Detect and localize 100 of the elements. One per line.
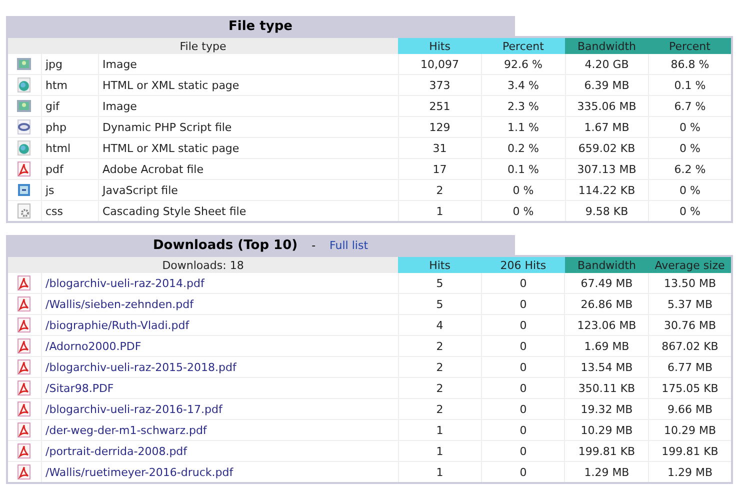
- table-cell: 1: [398, 420, 482, 440]
- table-cell: 26.86 MB: [564, 294, 648, 314]
- table-cell: 2: [398, 356, 482, 378]
- column-header: Average size: [648, 256, 732, 273]
- table-cell: 0: [482, 314, 565, 336]
- pdf-file-icon: [16, 443, 32, 459]
- column-header: Bandwidth: [565, 37, 648, 54]
- table-cell: js: [41, 180, 98, 200]
- file-link[interactable]: /blogarchiv-ueli-raz-2016-17.pdf: [41, 398, 398, 420]
- table-cell: 867.02 KB: [648, 336, 732, 356]
- table-cell: 1: [398, 200, 482, 222]
- table-cell: 17: [398, 158, 482, 180]
- full-list-link[interactable]: Full list: [330, 238, 368, 252]
- table-cell: 335.06 MB: [565, 96, 648, 116]
- table-cell: html: [41, 138, 98, 158]
- table-cell: 2: [398, 180, 482, 200]
- table-cell: pdf: [41, 158, 98, 180]
- table-cell: Adobe Acrobat file: [98, 158, 398, 180]
- pdf-file-icon: [16, 359, 32, 375]
- table-cell: 0 %: [648, 138, 732, 158]
- section-title: Downloads (Top 10): [152, 238, 298, 252]
- table-cell: 659.02 KB: [565, 138, 648, 158]
- table-cell: gif: [41, 96, 98, 116]
- pdf-file-icon: [16, 464, 32, 480]
- table-cell: 0.1 %: [482, 158, 565, 180]
- file-link[interactable]: /Wallis/ruetimeyer-2016-druck.pdf: [41, 462, 398, 483]
- table-cell: 114.22 KB: [565, 180, 648, 200]
- section-title: File type: [228, 18, 292, 34]
- table-cell: 10.29 MB: [564, 420, 648, 440]
- table-cell: JavaScript file: [98, 180, 398, 200]
- pdf-file-icon: [16, 275, 32, 291]
- table-cell: 13.50 MB: [648, 273, 732, 294]
- table-cell: 30.76 MB: [648, 314, 732, 336]
- image-file-icon: [16, 98, 32, 114]
- table-cell: 5.37 MB: [648, 294, 732, 314]
- table-cell: 0: [482, 273, 565, 294]
- column-header: Hits: [398, 256, 482, 273]
- table-cell: 175.05 KB: [648, 378, 732, 398]
- table-cell: 0: [482, 294, 565, 314]
- column-header: Percent: [648, 37, 732, 54]
- pdf-file-icon: [16, 296, 32, 312]
- table-cell: 0 %: [648, 200, 732, 222]
- table-cell: 10.29 MB: [648, 420, 732, 440]
- table-cell: 4: [398, 314, 482, 336]
- table-cell: 1.69 MB: [564, 336, 648, 356]
- file-link[interactable]: /blogarchiv-ueli-raz-2014.pdf: [41, 273, 398, 294]
- image-file-icon: [16, 56, 32, 72]
- table-cell: 0: [482, 462, 565, 483]
- table-cell: 0 %: [648, 180, 732, 200]
- globe-icon: [16, 77, 32, 93]
- table-cell: 2: [398, 398, 482, 420]
- file-link[interactable]: /portrait-derrida-2008.pdf: [41, 440, 398, 462]
- pdf-file-icon: [16, 317, 32, 333]
- column-header: Hits: [398, 37, 482, 54]
- table-cell: 2: [398, 378, 482, 398]
- table-cell: 0 %: [482, 200, 565, 222]
- pdf-file-icon: [16, 422, 32, 438]
- table-cell: Dynamic PHP Script file: [98, 116, 398, 138]
- table-cell: HTML or XML static page: [98, 138, 398, 158]
- table-cell: 0: [482, 378, 565, 398]
- table-cell: css: [41, 200, 98, 222]
- file-link[interactable]: /Sitar98.PDF: [41, 378, 398, 398]
- column-header: Bandwidth: [564, 256, 648, 273]
- table-cell: 2: [398, 336, 482, 356]
- file-link[interactable]: /Adorno2000.PDF: [41, 336, 398, 356]
- table-cell: 6.39 MB: [565, 74, 648, 96]
- table-cell: 31: [398, 138, 482, 158]
- gear-file-icon: [16, 203, 32, 219]
- script-file-icon: [16, 182, 32, 198]
- table-cell: 3.4 %: [482, 74, 565, 96]
- table-cell: 2.3 %: [482, 96, 565, 116]
- table-cell: 129: [398, 116, 482, 138]
- table-cell: 86.8 %: [648, 54, 732, 74]
- table-cell: Image: [98, 54, 398, 74]
- table-cell: 0.2 %: [482, 138, 565, 158]
- file-link[interactable]: /Wallis/sieben-zehnden.pdf: [41, 294, 398, 314]
- pdf-file-icon: [16, 380, 32, 396]
- separator-text: -: [312, 238, 316, 252]
- table-cell: 19.32 MB: [564, 398, 648, 420]
- pdf-file-icon: [16, 338, 32, 354]
- file-link[interactable]: /biographie/Ruth-Vladi.pdf: [41, 314, 398, 336]
- file-link[interactable]: /blogarchiv-ueli-raz-2015-2018.pdf: [41, 356, 398, 378]
- table-cell: 123.06 MB: [564, 314, 648, 336]
- table-cell: 10,097: [398, 54, 482, 74]
- table-cell: 251: [398, 96, 482, 116]
- table-cell: 350.11 KB: [564, 378, 648, 398]
- table-cell: 0 %: [482, 180, 565, 200]
- table-cell: 5: [398, 273, 482, 294]
- table-cell: 92.6 %: [482, 54, 565, 74]
- column-header: 206 Hits: [482, 256, 565, 273]
- table-cell: 4.20 GB: [565, 54, 648, 74]
- pdf-file-icon: [16, 401, 32, 417]
- table-cell: 0: [482, 398, 565, 420]
- table-cell: 307.13 MB: [565, 158, 648, 180]
- table-cell: 1.67 MB: [565, 116, 648, 138]
- file-link[interactable]: /der-weg-der-m1-schwarz.pdf: [41, 420, 398, 440]
- table-cell: 9.58 KB: [565, 200, 648, 222]
- table-cell: 13.54 MB: [564, 356, 648, 378]
- table-cell: 1.29 MB: [564, 462, 648, 483]
- table-cell: 0 %: [648, 116, 732, 138]
